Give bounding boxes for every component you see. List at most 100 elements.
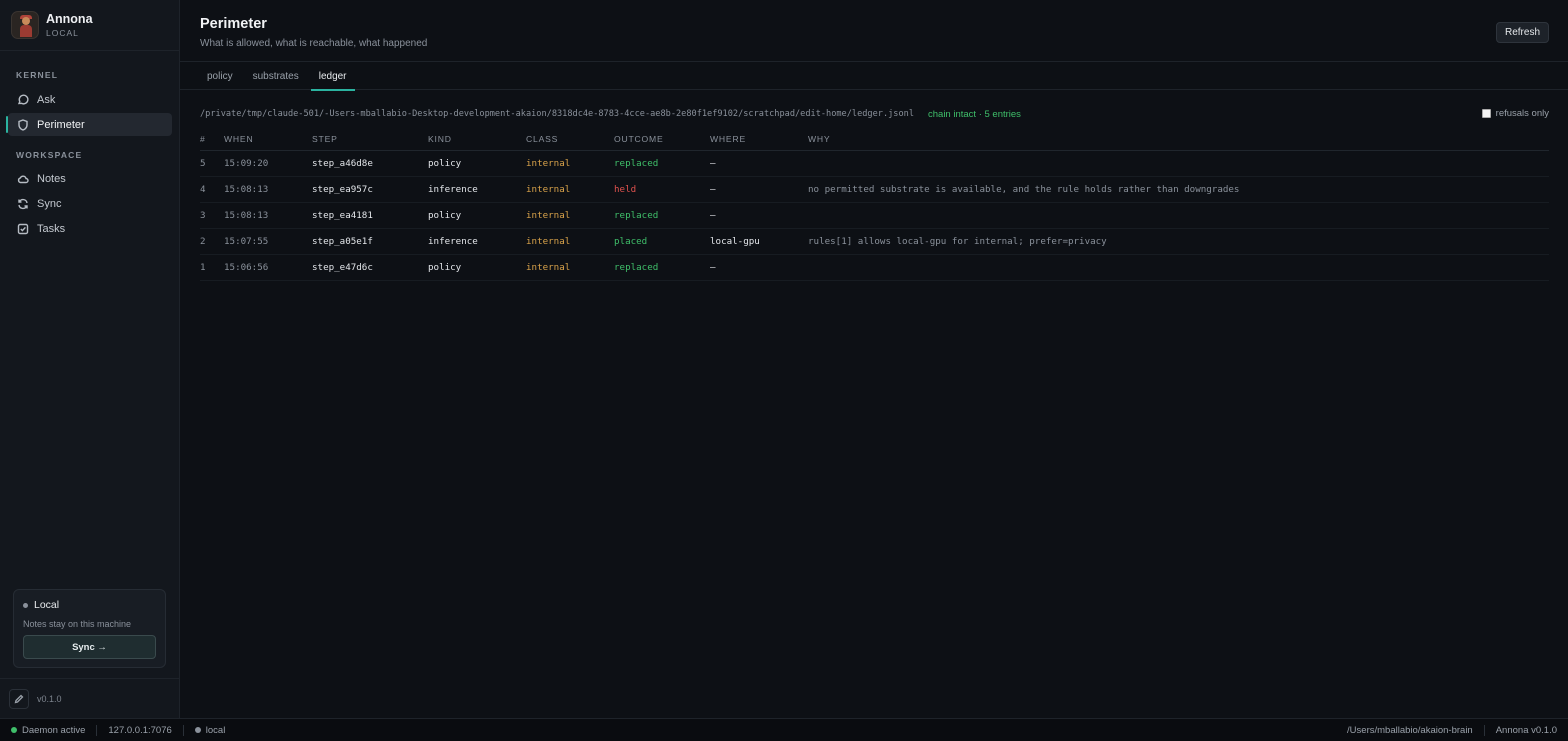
row-kind: policy [428, 150, 526, 177]
row-where: local-gpu [710, 228, 808, 255]
daemon-address: 127.0.0.1:7076 [108, 724, 172, 736]
column-header-why: WHY [808, 128, 1549, 151]
row-class: internal [526, 254, 614, 281]
row-where: — [710, 176, 808, 203]
table-row[interactable]: 2 15:07:55 step_a05e1f inference interna… [200, 228, 1549, 255]
mode-status: local [184, 719, 237, 741]
row-outcome: replaced [614, 202, 710, 229]
app-version: Annona v0.1.0 [1495, 724, 1557, 736]
ledger-table: # WHEN STEP KIND CLASS OUTCOME WHERE WHY… [200, 128, 1549, 281]
pencil-icon [14, 694, 24, 703]
sidebar: Annona LOCAL KERNEL Ask Perimeter WORKSP… [0, 0, 180, 718]
sync-icon [18, 198, 28, 209]
row-outcome: replaced [614, 150, 710, 177]
row-kind: policy [428, 254, 526, 281]
local-card-description: Notes stay on this machine [23, 619, 132, 629]
refusals-only-toggle[interactable]: refusals only [1481, 108, 1549, 119]
refresh-button[interactable]: Refresh [1495, 22, 1549, 43]
chat-bubble-icon [17, 94, 29, 104]
refusals-only-checkbox[interactable] [1481, 109, 1491, 118]
checkbox-icon [17, 223, 29, 234]
daemon-status: Daemon active [0, 719, 96, 741]
row-class: internal [526, 150, 614, 177]
tab-ledger[interactable]: ledger [310, 62, 355, 91]
row-why: no permitted substrate is available, and… [808, 176, 1549, 203]
sidebar-item-label: Tasks [37, 222, 66, 235]
tab-substrates[interactable]: substrates [245, 62, 307, 90]
row-when: 15:08:13 [224, 176, 312, 203]
table-row[interactable]: 4 15:08:13 step_ea957c inference interna… [200, 176, 1549, 203]
brand-name: Annona [46, 12, 93, 26]
ledger-path-bar: /private/tmp/claude-501/-Users-mballabio… [200, 105, 1549, 123]
sidebar-item-label: Sync [37, 197, 62, 210]
status-dot-icon [194, 727, 201, 733]
table-row[interactable]: 3 15:08:13 step_ea4181 policy internal r… [200, 202, 1549, 229]
column-header-class: CLASS [526, 128, 614, 151]
row-number: 4 [200, 176, 224, 203]
sidebar-item-sync[interactable]: Sync [8, 192, 172, 215]
row-why [808, 254, 1549, 281]
row-class: internal [526, 228, 614, 255]
column-header-where: WHERE [710, 128, 808, 151]
sidebar-item-ask[interactable]: Ask [8, 88, 172, 111]
row-where: — [710, 150, 808, 177]
app: Annona LOCAL KERNEL Ask Perimeter WORKSP… [0, 0, 1568, 718]
row-kind: policy [428, 202, 526, 229]
brand: Annona LOCAL [0, 0, 179, 51]
section-label-workspace: WORKSPACE [16, 150, 83, 160]
row-step: step_ea957c [312, 176, 428, 203]
row-number: 3 [200, 202, 224, 229]
sidebar-item-tasks[interactable]: Tasks [8, 217, 172, 240]
column-header-kind: KIND [428, 128, 526, 151]
row-why [808, 202, 1549, 229]
row-step: step_e47d6c [312, 254, 428, 281]
sidebar-item-perimeter[interactable]: Perimeter [6, 113, 172, 136]
sidebar-item-label: Ask [37, 93, 56, 106]
page-title: Perimeter [200, 16, 267, 32]
row-when: 15:07:55 [224, 228, 312, 255]
sidebar-item-label: Perimeter [37, 118, 85, 131]
row-kind: inference [428, 176, 526, 203]
column-header-step: STEP [312, 128, 428, 151]
table-header-row: # WHEN STEP KIND CLASS OUTCOME WHERE WHY [200, 128, 1549, 151]
mode-label: local [205, 724, 226, 736]
brand-mode: LOCAL [46, 28, 79, 38]
page-header: Perimeter What is allowed, what is reach… [180, 0, 1568, 62]
main-panel: Perimeter What is allowed, what is reach… [180, 0, 1568, 718]
avatar [11, 11, 39, 39]
row-step: step_ea4181 [312, 202, 428, 229]
row-outcome: placed [614, 228, 710, 255]
local-card-title: Local [34, 599, 60, 611]
ledger-file-path: /private/tmp/claude-501/-Users-mballabio… [200, 109, 914, 119]
table-row[interactable]: 5 15:09:20 step_a46d8e policy internal r… [200, 150, 1549, 177]
local-mode-card: Local Notes stay on this machine Sync → [13, 589, 166, 668]
row-where: — [710, 254, 808, 281]
row-number: 5 [200, 150, 224, 177]
sidebar-footer: v0.1.0 [0, 678, 179, 718]
row-when: 15:06:56 [224, 254, 312, 281]
row-class: internal [526, 202, 614, 229]
row-kind: inference [428, 228, 526, 255]
sidebar-item-notes[interactable]: Notes [8, 167, 172, 190]
tab-policy[interactable]: policy [199, 62, 241, 90]
sidebar-item-label: Notes [37, 172, 66, 185]
edit-button[interactable] [9, 688, 29, 709]
column-header-outcome: OUTCOME [614, 128, 710, 151]
version-label: v0.1.0 [37, 693, 62, 704]
row-when: 15:09:20 [224, 150, 312, 177]
row-step: step_a46d8e [312, 150, 428, 177]
table-row[interactable]: 1 15:06:56 step_e47d6c policy internal r… [200, 254, 1549, 281]
row-number: 1 [200, 254, 224, 281]
cloud-icon [17, 174, 29, 183]
status-dot-icon [23, 602, 28, 608]
sync-button[interactable]: Sync → [23, 635, 156, 659]
row-why: rules[1] allows local-gpu for internal; … [808, 228, 1549, 255]
column-header-when: WHEN [224, 128, 312, 151]
row-class: internal [526, 176, 614, 203]
page-subtitle: What is allowed, what is reachable, what… [200, 38, 428, 49]
row-number: 2 [200, 228, 224, 255]
row-when: 15:08:13 [224, 202, 312, 229]
refusals-only-label: refusals only [1495, 108, 1549, 119]
row-outcome: held [614, 176, 710, 203]
section-label-kernel: KERNEL [16, 70, 59, 80]
